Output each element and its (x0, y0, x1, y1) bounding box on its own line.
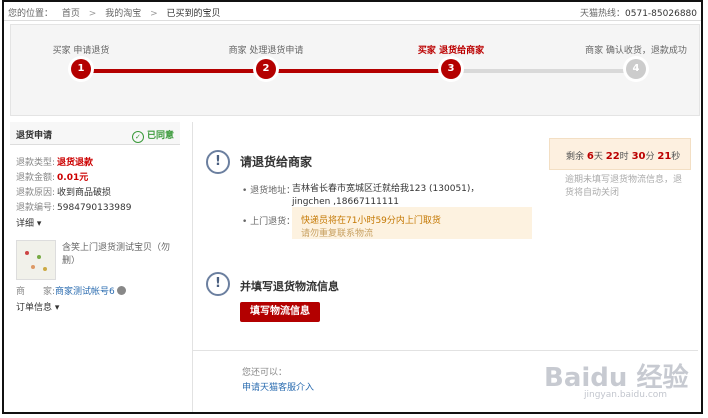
sidebar-title: 退货申请 (16, 131, 53, 141)
status-text: 已同意 (146, 131, 174, 141)
product-thumbnail[interactable] (16, 240, 56, 280)
countdown-minutes: 30 (631, 151, 646, 162)
door-pickup-notice: 快递员将在71小时59分内上门取货 请勿重复联系物流 (292, 207, 532, 239)
step-label-3: 买家 退货给商家 (417, 46, 485, 56)
page-frame: 您的位置： 首页 > 我的淘宝 > 已买到的宝贝 天猫热线：0571-85026… (2, 0, 703, 414)
refund-sidebar: 退货申请 ✓ 已同意 退款类型: 退货退款 退款金额: 0.01元 退款原因: 收到商品… (10, 122, 180, 382)
progress-steps: 买家 申请退货 商家 处理退货申请 买家 退货给商家 商家 确认收货，退款成功 … (10, 24, 700, 116)
field-label: 退款金额: (16, 173, 56, 183)
countdown-days: 6 (586, 151, 594, 162)
check-circle-icon: ✓ (131, 131, 144, 143)
step-label-2: 商家 处理退货申请 (228, 46, 304, 56)
hotline-number: 0571-85026880 (625, 9, 697, 19)
breadcrumb-prefix: 您的位置： (8, 9, 54, 19)
refund-number-row: 退款编号: 5984790133989 (16, 200, 132, 213)
refund-amount-row: 退款金额: 0.01元 (16, 170, 88, 183)
breadcrumb-bought-items[interactable]: 已买到的宝贝 (167, 9, 221, 19)
sidebar-header: 退货申请 ✓ 已同意 (10, 122, 180, 145)
hotline-label: 天猫热线： (580, 9, 626, 19)
unit: 天 (593, 152, 603, 162)
step-dot-4: 4 (626, 59, 646, 79)
progress-track-pending (451, 69, 636, 73)
countdown-note: 逾期未填写退货物流信息，退货将自动关闭 (565, 175, 683, 198)
countdown-text: 剩余 6天 22时 30分 21秒 (566, 149, 680, 162)
product-title[interactable]: 含笑上门退货测试宝贝（勿删） (62, 242, 172, 268)
divider (192, 122, 193, 412)
field-label: 退款原因: (16, 188, 56, 198)
step-dot-1: 1 (71, 59, 91, 79)
countdown-seconds: 21 (657, 151, 672, 162)
return-title: 请退货给商家 (240, 155, 313, 169)
merchant-label: 商 家: (16, 287, 56, 297)
hotline: 天猫热线：0571-85026880 (580, 6, 697, 19)
refund-amount-value: 0.01元 (57, 173, 89, 183)
step-label-1: 买家 申请退货 (52, 46, 110, 56)
logistics-title: 并填写退货物流信息 (240, 280, 339, 293)
status-badge: ✓ 已同意 (131, 128, 174, 143)
unit: 秒 (671, 152, 681, 162)
chat-icon[interactable] (116, 286, 126, 295)
refund-type-value: 退货退款 (57, 158, 94, 168)
field-label: 退款编号: (16, 203, 56, 213)
breadcrumb-separator: > (88, 9, 97, 19)
order-info-toggle[interactable]: 订单信息 ▾ (16, 300, 59, 313)
breadcrumb-separator: > (150, 9, 158, 19)
exclamation-icon: ! (206, 272, 230, 296)
countdown-hours: 22 (605, 151, 620, 162)
refund-reason-row: 退款原因: 收到商品破损 (16, 185, 111, 198)
step-dot-3: 3 (441, 59, 461, 79)
countdown-prefix: 剩余 (566, 152, 585, 162)
refund-reason-value: 收到商品破损 (57, 188, 112, 198)
step-dot-2: 2 (256, 59, 276, 79)
pickup-time-text: 快递员将在71小时59分内上门取货 (301, 216, 441, 226)
unit: 分 (645, 152, 655, 162)
watermark-logo: Baidu 经验 (544, 363, 689, 393)
pickup-note: 请勿重复联系物流 (301, 229, 374, 239)
customer-service-link[interactable]: 申请天猫客服介入 (242, 380, 314, 393)
return-address: 吉林省长春市宽城区迁就给我123 (130051)，jingchen ,1866… (292, 184, 480, 207)
watermark-url: jingyan.baidu.com (584, 390, 668, 400)
merchant-link[interactable]: 商家测试帐号6 (55, 287, 115, 297)
options-label: 您还可以： (242, 368, 288, 378)
divider (192, 350, 698, 351)
unit: 时 (619, 152, 629, 162)
refund-type-row: 退款类型: 退货退款 (16, 155, 93, 168)
step-label-4: 商家 确认收货，退款成功 (585, 46, 687, 56)
field-label: 退款类型: (16, 158, 56, 168)
top-bar: 您的位置： 首页 > 我的淘宝 > 已买到的宝贝 天猫热线：0571-85026… (4, 2, 701, 21)
breadcrumb-home[interactable]: 首页 (62, 9, 80, 19)
exclamation-icon: ! (206, 150, 230, 174)
door-pickup-label: • 上门退货： (242, 217, 296, 227)
merchant-row: 商 家:商家测试帐号6 (16, 284, 126, 297)
fill-logistics-button[interactable]: 填写物流信息 (240, 302, 320, 322)
refund-number-value: 5984790133989 (57, 203, 132, 213)
address-label: • 退货地址： (242, 186, 296, 196)
breadcrumb-my-taobao[interactable]: 我的淘宝 (105, 9, 141, 19)
countdown-timer: 剩余 6天 22时 30分 21秒 (549, 138, 691, 170)
detail-toggle[interactable]: 详细 ▾ (16, 216, 41, 229)
breadcrumb: 您的位置： 首页 > 我的淘宝 > 已买到的宝贝 (8, 6, 227, 19)
